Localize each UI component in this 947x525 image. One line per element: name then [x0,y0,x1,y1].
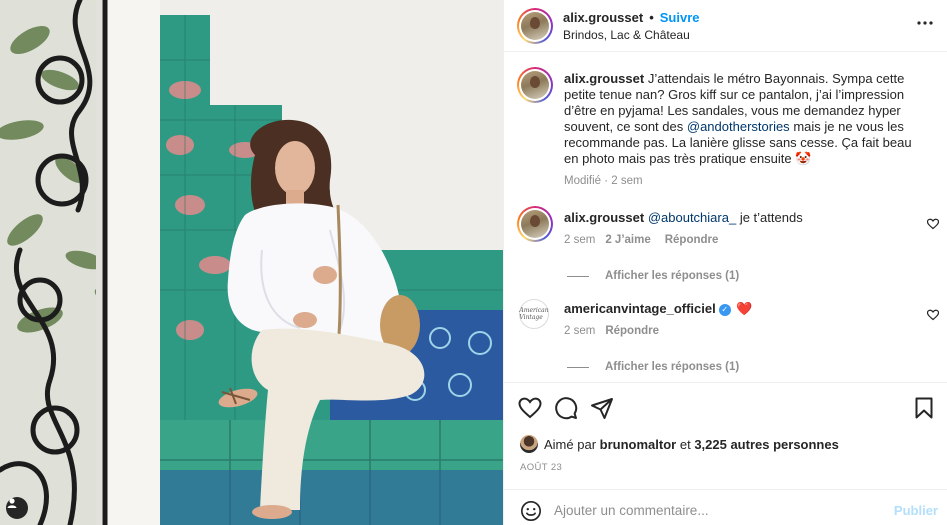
reply-button[interactable]: Répondre [605,325,659,337]
post-location[interactable]: Brindos, Lac & Château [563,28,690,42]
comment-avatar[interactable] [517,206,553,242]
view-replies-label: Afficher les réponses (1) [605,270,740,282]
comment-heart-icon[interactable] [927,218,939,230]
heart-icon[interactable] [518,396,542,420]
post-header: alix.grousset • Suivre Brindos, Lac & Chât… [504,0,947,52]
view-replies-label: Afficher les réponses (1) [605,361,740,373]
comment-text: americanvintage_officiel ✓ ❤️ [564,301,914,317]
replies-divider [567,275,589,277]
liker-avatar[interactable] [520,435,538,453]
comment-username[interactable]: alix.grousset [564,210,644,225]
add-comment-bar: Publier [504,489,947,525]
caption-meta: Modifié · 2 sem [564,175,643,187]
comment-likes[interactable]: 2 J’aime [605,234,650,246]
comment-body: ❤️ [736,301,753,316]
comments-list[interactable]: alix.grousset J’attendais le métro Bayon… [504,53,947,383]
post-side-panel: alix.grousset • Suivre Brindos, Lac & Chât… [503,0,947,525]
replies-divider [567,366,589,368]
comment-icon[interactable] [554,396,578,420]
likes-summary[interactable]: Aimé par brunomaltor et 3,225 autres per… [520,432,839,456]
post-comment-button[interactable]: Publier [894,503,938,518]
caption-emoji: 🤡 [795,151,812,166]
user-tag-icon[interactable] [6,497,28,519]
likes-others[interactable]: 3,225 autres personnes [694,437,839,452]
comment-time[interactable]: 2 sem [564,234,595,246]
author-username[interactable]: alix.grousset [563,10,643,25]
caption-text: alix.grousset J’attendais le métro Bayon… [564,71,914,167]
liker-username[interactable]: brunomaltor [600,437,677,452]
caption-username[interactable]: alix.grousset [564,71,644,86]
action-bar [504,384,947,430]
brand-avatar[interactable]: American Vintage [519,299,549,329]
brand-avatar-text: American Vintage [519,307,549,321]
comment-input[interactable] [554,498,874,522]
comment-mention[interactable]: @aboutchiara_ [648,210,736,225]
comment-heart-icon[interactable] [927,309,939,321]
caption-avatar[interactable] [517,67,553,103]
header-separator: • [649,10,654,25]
follow-button[interactable]: Suivre [660,10,700,25]
comment-username[interactable]: americanvintage_officiel [564,301,716,316]
view-replies-button[interactable]: Afficher les réponses (1) [567,361,739,373]
reply-button[interactable]: Répondre [665,234,719,246]
post-date[interactable]: AOÛT 23 [520,462,562,473]
more-icon[interactable] [916,14,934,32]
comment-meta: 2 sem 2 J’aime Répondre [564,234,718,246]
caption-mention[interactable]: @andotherstories [687,119,790,134]
likes-connector: et [679,436,691,452]
save-icon[interactable] [912,396,936,420]
author-avatar[interactable] [517,8,553,44]
view-replies-button[interactable]: Afficher les réponses (1) [567,270,739,282]
likes-prefix: Aimé par [544,436,597,452]
emoji-icon[interactable] [520,500,542,522]
photo-illustration [0,0,503,525]
comment-body: je t’attends [739,210,803,225]
comment-meta: 2 sem Répondre [564,325,659,337]
comment-text: alix.grousset @aboutchiara_ je t’attends [564,210,914,226]
post-photo[interactable] [0,0,503,525]
verified-badge-icon: ✓ [718,303,731,316]
share-icon[interactable] [590,396,614,420]
comment-time[interactable]: 2 sem [564,325,595,337]
